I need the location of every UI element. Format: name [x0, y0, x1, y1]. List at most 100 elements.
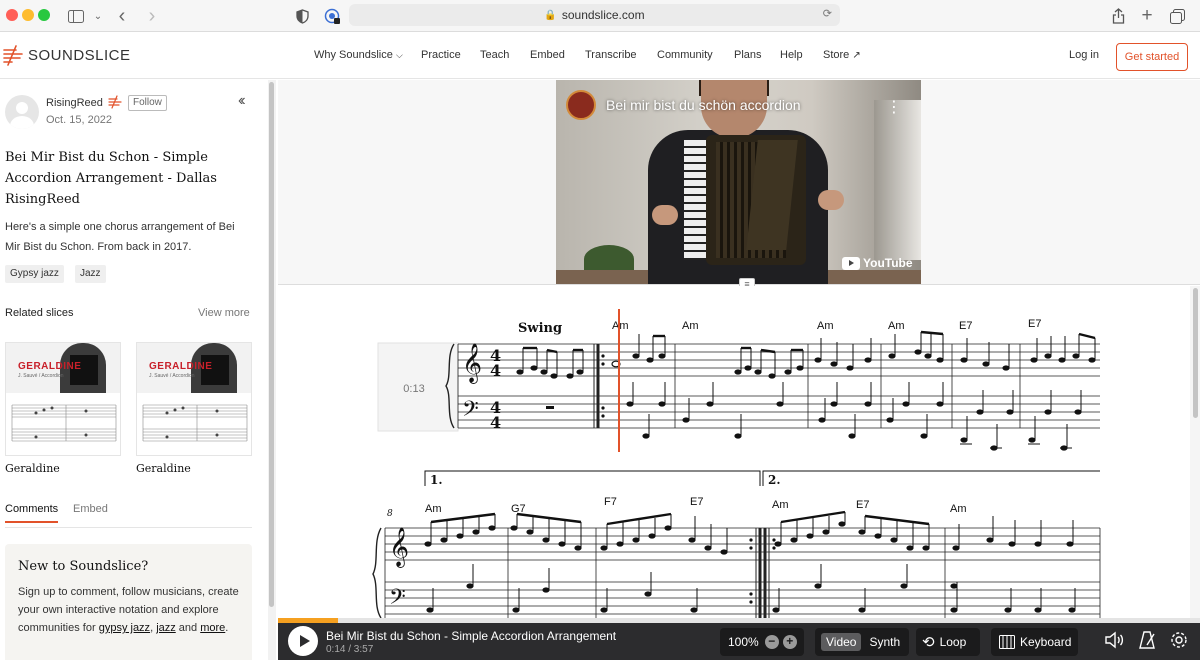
zoom-value: 100%	[728, 635, 759, 649]
soundslice-badge-icon	[108, 95, 122, 109]
system-1	[457, 343, 1100, 429]
youtube-logo[interactable]: YouTube	[842, 256, 913, 270]
nav-help[interactable]: Help	[780, 49, 803, 61]
video-player[interactable]: Bei mir bist du schön accordion ⋮ YouTub…	[556, 80, 921, 284]
close-window-icon[interactable]	[6, 9, 18, 21]
zoom-window-icon[interactable]	[38, 9, 50, 21]
svg-text:𝄢: 𝄢	[462, 397, 479, 427]
minimize-window-icon[interactable]	[22, 9, 34, 21]
chord-row-1: Am Am Am Am E7 E7	[612, 318, 1041, 332]
logo[interactable]: SOUNDSLICE	[2, 44, 131, 66]
treble-notes-row-2	[424, 521, 1074, 555]
notation-area[interactable]: 0:13 Swing 𝄞 𝄢 4 4 4 4 Am Am Am Am E7 E7…	[278, 286, 1190, 619]
sidebar-scrollbar[interactable]	[268, 80, 276, 660]
play-button[interactable]	[288, 626, 318, 656]
share-icon[interactable]	[1106, 4, 1130, 28]
related-slice-card[interactable]: GERALDINE J. Sauvé / Accordion	[136, 342, 252, 456]
related-slice-label[interactable]: Geraldine	[5, 462, 60, 475]
chord-symbol: Am	[425, 503, 442, 515]
external-link-icon: ↗	[852, 50, 861, 61]
username-link[interactable]: RisingReed	[46, 97, 103, 109]
zoom-out-button[interactable]: −	[764, 635, 779, 649]
avatar[interactable]	[5, 95, 39, 129]
related-slice-card[interactable]: GERALDINE J. Sauvé / Accordion	[5, 342, 121, 456]
nav-embed[interactable]: Embed	[530, 49, 565, 61]
chord-symbol: Am	[682, 320, 699, 332]
login-link[interactable]: Log in	[1069, 49, 1099, 61]
back-icon[interactable]: ‹	[110, 4, 134, 28]
chord-symbol: E7	[959, 320, 972, 332]
forward-icon[interactable]: ›	[140, 4, 164, 28]
stems-row-1	[522, 330, 1096, 376]
get-started-button[interactable]: Get started	[1116, 43, 1188, 71]
slice-title: Bei Mir Bist du Schon - Simple Accordion…	[5, 150, 217, 207]
nav-community[interactable]: Community	[657, 49, 713, 61]
svg-text:𝄞: 𝄞	[462, 343, 482, 384]
sidebar-toggle-icon[interactable]	[64, 4, 88, 28]
youtube-play-icon	[842, 256, 860, 270]
tab-divider	[5, 527, 252, 528]
nav-store[interactable]: Store ↗	[823, 49, 861, 61]
new-tab-icon[interactable]: +	[1135, 4, 1159, 28]
synth-source-button[interactable]: Synth	[861, 633, 908, 651]
nav-practice[interactable]: Practice	[421, 49, 461, 61]
tab-comments[interactable]: Comments	[5, 503, 59, 523]
more-options-icon[interactable]: ⋮	[886, 97, 902, 117]
follow-button[interactable]: Follow	[128, 95, 167, 111]
link-gypsy-jazz[interactable]: gypsy jazz	[99, 622, 150, 634]
tabs-overview-icon[interactable]	[1165, 4, 1189, 28]
svg-text:𝄢: 𝄢	[389, 585, 406, 615]
collapse-sidebar-icon[interactable]: ‹‹	[238, 92, 245, 110]
notation-scrollbar[interactable]	[1190, 286, 1200, 618]
chord-symbol: Am	[772, 499, 789, 511]
soundslice-logo-icon	[3, 45, 23, 66]
svg-text:4: 4	[490, 413, 501, 432]
zoom-in-button[interactable]: +	[782, 635, 797, 649]
player-title: Bei Mir Bist du Schon - Simple Accordion…	[326, 629, 617, 643]
video-source-button[interactable]: Video	[821, 633, 862, 651]
sidebar: RisingReed Follow Oct. 15, 2022 ‹‹ Bei M…	[0, 80, 268, 660]
tag-gypsy-jazz[interactable]: Gypsy jazz	[5, 265, 64, 283]
svg-text:4: 4	[490, 361, 501, 380]
keyboard-button[interactable]: Keyboard	[991, 628, 1078, 656]
nav-teach[interactable]: Teach	[480, 49, 509, 61]
settings-icon[interactable]	[1170, 631, 1188, 654]
player-bar: Bei Mir Bist du Schon - Simple Accordion…	[278, 623, 1200, 660]
logo-text: SOUNDSLICE	[28, 46, 131, 64]
browser-chrome: ⌄ ‹ › 🔒 soundslice.com ⟳ +	[0, 0, 1200, 32]
video-title[interactable]: Bei mir bist du schön accordion	[606, 97, 801, 113]
site-nav: SOUNDSLICE Why Soundslice ⌵ Practice Tea…	[0, 32, 1200, 79]
view-more-link[interactable]: View more	[198, 307, 250, 319]
chevron-down-icon: ⌵	[395, 50, 403, 60]
translate-reload-icon[interactable]: ⟳	[823, 7, 832, 20]
link-more[interactable]: more	[200, 622, 225, 634]
channel-avatar-icon[interactable]	[566, 90, 596, 120]
volta-1-label: 1.	[430, 473, 443, 487]
shield-icon[interactable]	[290, 4, 314, 28]
link-jazz[interactable]: jazz	[156, 622, 176, 634]
card-subtitle: J. Sauvé / Accordion	[18, 373, 64, 379]
related-slice-label[interactable]: Geraldine	[136, 462, 191, 475]
chord-symbol: Am	[888, 320, 905, 332]
nav-transcribe[interactable]: Transcribe	[585, 49, 637, 61]
url-text: soundslice.com	[561, 8, 645, 22]
card-title: GERALDINE	[18, 361, 82, 372]
address-bar[interactable]: 🔒 soundslice.com ⟳	[349, 4, 840, 26]
zoom-control: 100% − +	[720, 628, 804, 656]
score-thumbnail	[142, 404, 248, 442]
password-icon[interactable]	[320, 4, 344, 28]
volume-icon[interactable]	[1104, 631, 1124, 654]
tag-jazz[interactable]: Jazz	[75, 265, 106, 283]
loop-button[interactable]: ⟲ Loop	[916, 628, 980, 656]
volta-2-label: 2.	[768, 473, 781, 487]
card-subtitle: J. Sauvé / Accordion	[149, 373, 195, 379]
loop-icon: ⟲	[922, 634, 935, 651]
tab-embed[interactable]: Embed	[73, 503, 108, 515]
chord-symbol: F7	[604, 496, 617, 508]
chord-symbol: E7	[856, 499, 869, 511]
nav-plans[interactable]: Plans	[734, 49, 762, 61]
chevron-down-icon[interactable]: ⌄	[86, 4, 110, 28]
metronome-icon[interactable]	[1138, 631, 1158, 654]
nav-why-soundslice[interactable]: Why Soundslice ⌵	[314, 49, 403, 61]
related-slices-heading: Related slices	[5, 307, 74, 319]
